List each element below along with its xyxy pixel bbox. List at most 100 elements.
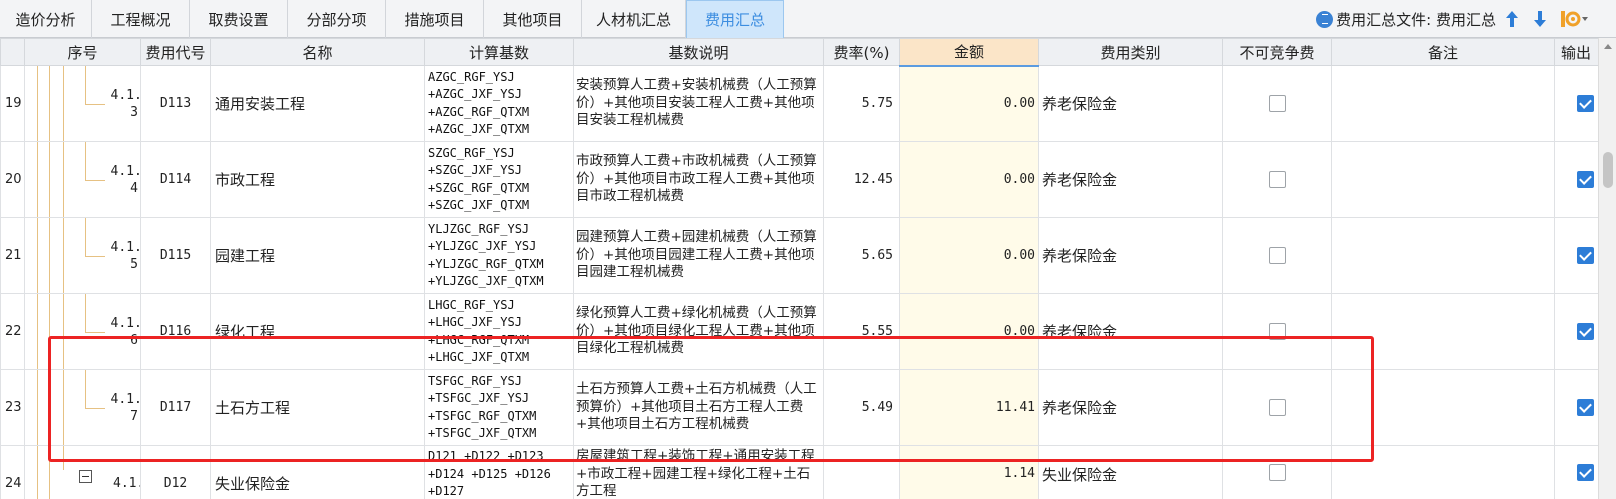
output-checkbox[interactable]	[1577, 399, 1594, 416]
header-basis[interactable]: 计算基数	[424, 38, 574, 66]
summary-file-label: 费用汇总文件: 费用汇总	[1336, 10, 1496, 29]
code-cell[interactable]: D113	[140, 65, 211, 142]
header-name[interactable]: 名称	[210, 38, 425, 66]
note-cell[interactable]	[1331, 65, 1555, 142]
amount-cell[interactable]: 0.00	[899, 217, 1039, 294]
basis-cell[interactable]: AZGC_RGF_YSJ +AZGC_JXF_YSJ +AZGC_RGF_QTX…	[424, 65, 574, 142]
desc-cell[interactable]: 土石方预算人工费+土石方机械费（人工预算价）+其他项目土石方工程人工费+其他项目…	[573, 369, 824, 446]
collapse-toggle-icon[interactable]	[79, 470, 92, 483]
seq-cell[interactable]: 4.1.1. 3	[24, 65, 141, 142]
table-row[interactable]: 21 4.1.1. 5 D115 园建工程 YLJZGC_RGF_YSJ +YL…	[0, 217, 1598, 294]
header-output[interactable]: 输出	[1554, 38, 1598, 66]
seq-cell[interactable]: 4.1.1. 7	[24, 369, 141, 446]
noncompete-checkbox[interactable]	[1268, 399, 1286, 416]
header-desc[interactable]: 基数说明	[573, 38, 824, 66]
desc-cell[interactable]: 房屋建筑工程+装饰工程+通用安装工程+市政工程+园建工程+绿化工程+土石方工程	[573, 445, 824, 499]
amount-cell[interactable]: 1.14	[899, 445, 1039, 499]
table-row[interactable]: 19 4.1.1. 3 D113 通用安装工程 AZGC_RGF_YSJ +AZ…	[0, 65, 1598, 142]
noncompete-checkbox[interactable]	[1268, 247, 1286, 264]
header-seq[interactable]: 序号	[24, 38, 141, 66]
table-row[interactable]: 23 4.1.1. 7 D117 土石方工程 TSFGC_RGF_YSJ +TS…	[0, 369, 1598, 446]
seq-cell[interactable]: 4.1.1. 5	[24, 217, 141, 294]
vertical-scrollbar[interactable]	[1598, 38, 1616, 499]
desc-cell[interactable]: 园建预算人工费+园建机械费（人工预算价）+其他项目园建工程人工费+其他项目园建工…	[573, 217, 824, 294]
basis-cell[interactable]: YLJZGC_RGF_YSJ +YLJZGC_JXF_YSJ +YLJZGC_R…	[424, 217, 574, 294]
table-row[interactable]: 22 4.1.1. 6 D116 绿化工程 LHGC_RGF_YSJ +LHGC…	[0, 293, 1598, 370]
name-cell[interactable]: 失业保险金	[210, 445, 425, 499]
category-cell[interactable]: 失业保险金	[1038, 445, 1223, 499]
header-rate[interactable]: 费率(%)	[823, 38, 900, 66]
move-up-icon[interactable]	[1500, 6, 1524, 32]
name-cell[interactable]: 市政工程	[210, 141, 425, 218]
tab-labor-material-summary[interactable]: 人材机汇总	[582, 0, 686, 38]
rate-cell[interactable]: 12.45	[823, 141, 900, 218]
category-cell[interactable]: 养老保险金	[1038, 141, 1223, 218]
code-cell[interactable]: D12	[140, 445, 211, 499]
tab-project-overview[interactable]: 工程概况	[92, 0, 190, 38]
move-down-icon[interactable]	[1528, 6, 1552, 32]
code-cell[interactable]: D117	[140, 369, 211, 446]
rate-cell[interactable]: 5.75	[823, 65, 900, 142]
basis-cell[interactable]: TSFGC_RGF_YSJ +TSFGC_JXF_YSJ +TSFGC_RGF_…	[424, 369, 574, 446]
rate-cell[interactable]: 5.65	[823, 217, 900, 294]
table-row[interactable]: 24 4.1.2 D12 失业保险金 D121 +D122 +D123 +D12…	[0, 445, 1598, 499]
noncompete-checkbox[interactable]	[1268, 171, 1286, 188]
desc-cell[interactable]: 绿化预算人工费+绿化机械费（人工预算价）+其他项目绿化工程人工费+其他项目绿化工…	[573, 293, 824, 370]
noncompete-checkbox[interactable]	[1268, 323, 1286, 340]
output-checkbox[interactable]	[1577, 95, 1594, 112]
header-amount[interactable]: 金额	[899, 38, 1039, 67]
basis-cell[interactable]: D121 +D122 +D123 +D124 +D125 +D126 +D127	[424, 445, 574, 499]
tab-measures[interactable]: 措施项目	[386, 0, 484, 38]
category-cell[interactable]: 养老保险金	[1038, 65, 1223, 142]
category-cell[interactable]: 养老保险金	[1038, 293, 1223, 370]
table-row[interactable]: 20 4.1.1. 4 D114 市政工程 SZGC_RGF_YSJ +SZGC…	[0, 141, 1598, 218]
code-cell[interactable]: D115	[140, 217, 211, 294]
basis-cell[interactable]: SZGC_RGF_YSJ +SZGC_JXF_YSJ +SZGC_RGF_QTX…	[424, 141, 574, 218]
desc-cell[interactable]: 市政预算人工费+市政机械费（人工预算价）+其他项目市政工程人工费+其他项目市政工…	[573, 141, 824, 218]
tab-other-items[interactable]: 其他项目	[484, 0, 582, 38]
header-code[interactable]: 费用代号	[140, 38, 211, 66]
note-cell[interactable]	[1331, 445, 1555, 499]
seq-cell[interactable]: 4.1.1. 4	[24, 141, 141, 218]
note-cell[interactable]	[1331, 369, 1555, 446]
scroll-thumb[interactable]	[1603, 152, 1613, 188]
note-cell[interactable]	[1331, 217, 1555, 294]
name-cell[interactable]: 土石方工程	[210, 369, 425, 446]
output-checkbox[interactable]	[1577, 171, 1594, 188]
name-cell[interactable]: 绿化工程	[210, 293, 425, 370]
tab-itemized[interactable]: 分部分项	[288, 0, 386, 38]
amount-cell[interactable]: 11.41	[899, 369, 1039, 446]
tab-cost-analysis[interactable]: 造价分析	[0, 0, 92, 38]
seq-cell[interactable]: 4.1.2	[24, 445, 141, 499]
category-cell[interactable]: 养老保险金	[1038, 217, 1223, 294]
desc-cell[interactable]: 安装预算人工费+安装机械费（人工预算价）+其他项目安装工程人工费+其他项目安装工…	[573, 65, 824, 142]
name-cell[interactable]: 通用安装工程	[210, 65, 425, 142]
code-cell[interactable]: D116	[140, 293, 211, 370]
amount-cell[interactable]: 0.00	[899, 293, 1039, 370]
output-checkbox[interactable]	[1577, 464, 1594, 481]
name-cell[interactable]: 园建工程	[210, 217, 425, 294]
rate-cell[interactable]: 5.55	[823, 293, 900, 370]
amount-cell[interactable]: 0.00	[899, 65, 1039, 142]
tab-cost-summary[interactable]: 费用汇总	[686, 0, 784, 38]
noncompete-checkbox[interactable]	[1268, 95, 1286, 112]
settings-gear-icon[interactable]	[1560, 6, 1590, 32]
amount-cell[interactable]: 0.00	[899, 141, 1039, 218]
noncompete-checkbox[interactable]	[1268, 464, 1286, 481]
tab-fee-settings[interactable]: 取费设置	[190, 0, 288, 38]
code-cell[interactable]: D114	[140, 141, 211, 218]
output-cell	[1554, 445, 1598, 499]
note-cell[interactable]	[1331, 141, 1555, 218]
header-category[interactable]: 费用类别	[1038, 38, 1223, 66]
rate-cell[interactable]: 5.49	[823, 369, 900, 446]
note-cell[interactable]	[1331, 293, 1555, 370]
header-note[interactable]: 备注	[1331, 38, 1555, 66]
scroll-up-icon[interactable]	[1604, 44, 1612, 49]
rate-cell[interactable]	[823, 445, 900, 499]
basis-cell[interactable]: LHGC_RGF_YSJ +LHGC_JXF_YSJ +LHGC_RGF_QTX…	[424, 293, 574, 370]
category-cell[interactable]: 养老保险金	[1038, 369, 1223, 446]
header-noncompete[interactable]: 不可竞争费	[1222, 38, 1332, 66]
output-checkbox[interactable]	[1577, 323, 1594, 340]
seq-cell[interactable]: 4.1.1. 6	[24, 293, 141, 370]
output-checkbox[interactable]	[1577, 247, 1594, 264]
